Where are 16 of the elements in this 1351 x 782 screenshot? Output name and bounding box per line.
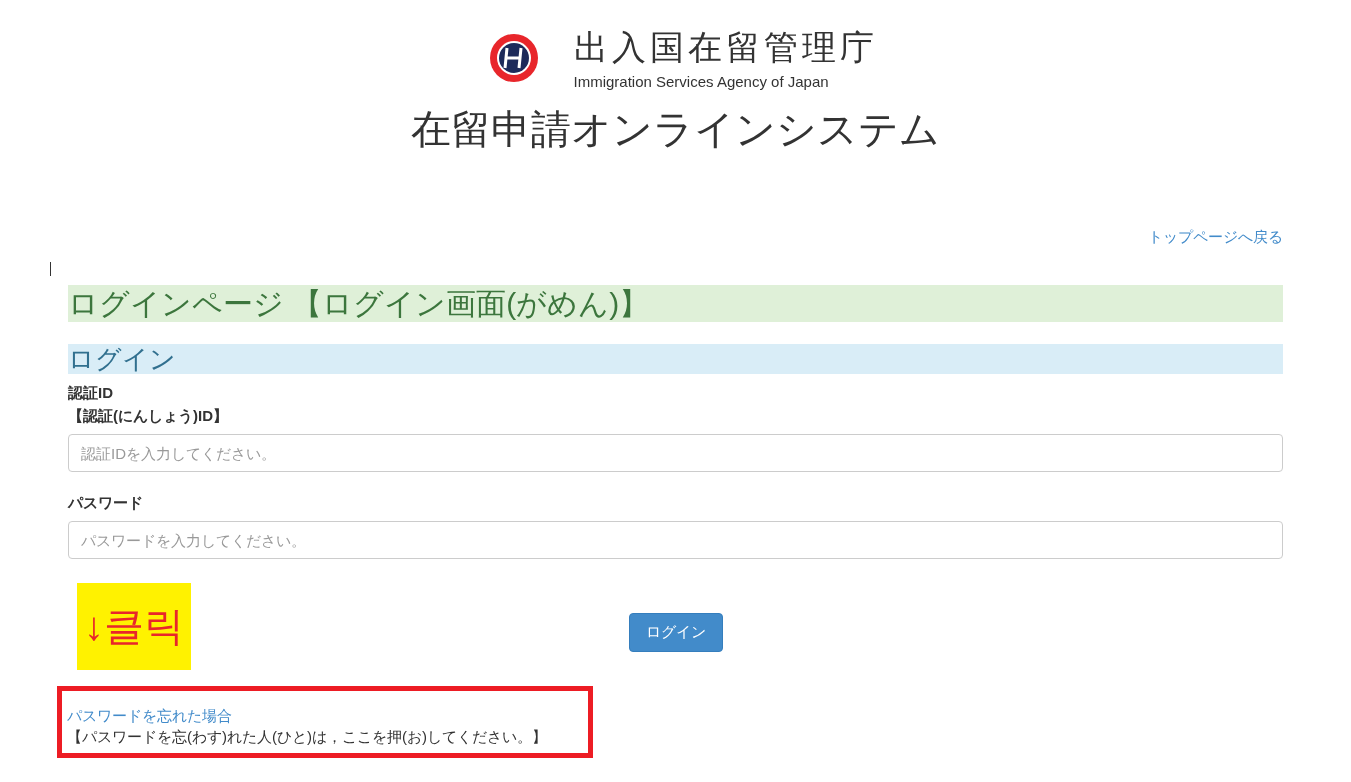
field-label: パスワード [68,494,144,513]
section-heading: ログイン [68,344,1283,374]
page-heading: ログインページ 【ログイン画面(がめん)】 [68,285,1283,322]
login-button[interactable]: ログイン [628,613,723,652]
top-page-link[interactable]: トップページへ戻る [1148,228,1283,247]
forgot-password-note: 【パスワードを忘(わす)れた人(ひと)は，ここを押(お)してください。】 [67,728,548,747]
click-callout: ↓클릭 [77,583,191,670]
input-field[interactable]: 認証IDを入力してください。 [68,434,1283,472]
agency-name: 出入国在留管理庁 [573,26,878,67]
field-sublabel: 【認証(にんしょう)ID】 [68,407,229,426]
field-label: 認証ID [68,384,114,403]
input-field[interactable]: パスワードを入力してください。 [68,521,1283,559]
text-cursor-icon [50,262,51,276]
forgot-password-link[interactable]: パスワードを忘れた場合 [67,707,583,726]
agency-name-english: Immigration Services Agency of Japan [573,72,829,90]
system-title: 在留申請オンラインシステム [411,106,940,153]
